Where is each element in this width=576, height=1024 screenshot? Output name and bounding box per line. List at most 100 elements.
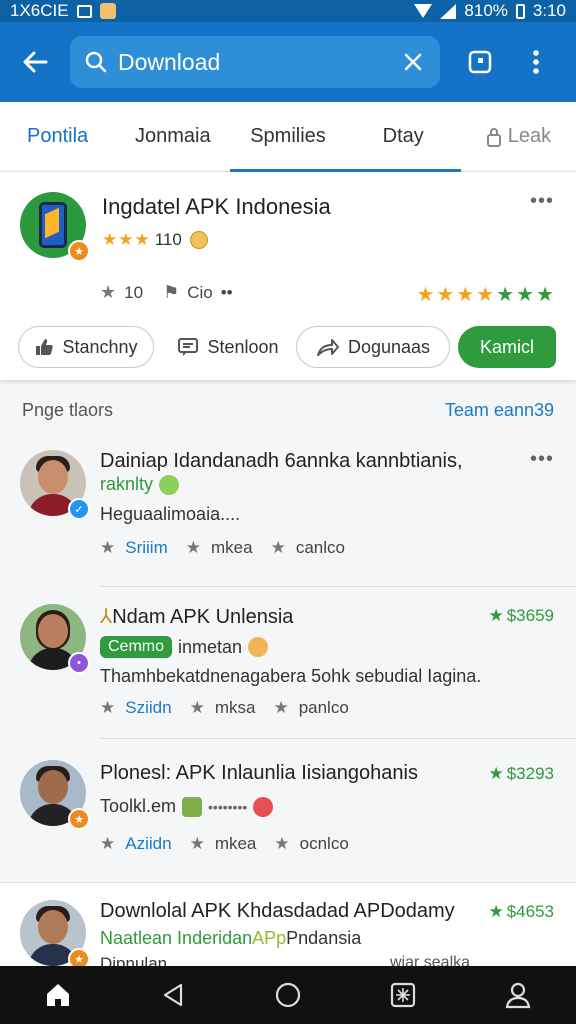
- rating-count: 110: [154, 230, 182, 249]
- meta-link[interactable]: Sziidn: [125, 698, 171, 718]
- search-bar[interactable]: [70, 36, 440, 88]
- apps-nav-button[interactable]: [373, 970, 433, 1020]
- home-circle-nav-button[interactable]: [258, 970, 318, 1020]
- verified-badge-icon: ✓: [68, 498, 90, 520]
- meta-link[interactable]: Aziidn: [125, 834, 171, 854]
- avatar[interactable]: ★: [20, 900, 90, 970]
- button-label: Kamicl: [479, 336, 534, 357]
- divider: [100, 738, 576, 739]
- star-icon: ★: [189, 834, 205, 853]
- star-badge-icon: ★: [68, 808, 90, 830]
- battery-icon: [515, 3, 525, 19]
- comment-icon: [178, 338, 199, 356]
- star-icon: ★: [189, 698, 205, 717]
- item-subtitle: Toolkl.em ••••••••: [100, 796, 274, 817]
- emoji-face-icon: [189, 231, 208, 249]
- item-title[interactable]: Dainiap Idandanadh 6annka kannbtianis,: [100, 450, 463, 473]
- plant-icon: [182, 796, 203, 817]
- avatar-face: [38, 614, 68, 648]
- stanchny-button[interactable]: Stanchny: [18, 326, 154, 368]
- tab-pontila[interactable]: Pontila: [0, 102, 115, 171]
- item-description: Thamhbekatdnenagabera 5ohk sebudial Iagi…: [100, 666, 482, 686]
- item-title[interactable]: ⅄Ndam APK Unlensia: [100, 604, 293, 629]
- button-label: Dogunaas: [347, 336, 431, 357]
- emoji-notification-icon: [99, 3, 116, 19]
- star-icon: ★: [100, 538, 116, 557]
- category-pill[interactable]: Cemmo: [100, 636, 173, 658]
- tab-label: Pontila: [27, 125, 89, 147]
- section-link[interactable]: Team eann39: [445, 400, 554, 421]
- tab-leak[interactable]: Leak: [461, 102, 576, 171]
- back-button[interactable]: [0, 22, 70, 102]
- meta-text: panlco: [298, 698, 349, 717]
- triangle-back-icon: [163, 983, 182, 1007]
- dogunaas-button[interactable]: Dogunaas: [296, 326, 450, 368]
- back-nav-button[interactable]: [143, 970, 203, 1020]
- tab-spmilies[interactable]: Spmilies: [230, 102, 346, 172]
- section-title: Pnge tlaors: [22, 400, 114, 420]
- avatar[interactable]: ★: [20, 760, 90, 830]
- item-title[interactable]: Downlolal APK Khdasdadad APDodamy: [100, 900, 455, 923]
- profile-nav-button[interactable]: [488, 970, 548, 1020]
- home-icon: [46, 984, 69, 1006]
- stenloon-button[interactable]: Stenloon: [172, 326, 284, 368]
- status-badge-icon: •: [68, 652, 90, 674]
- meta-text: mkea: [211, 538, 253, 557]
- star-badge-icon: ★: [68, 240, 90, 262]
- clear-search-button[interactable]: [400, 49, 426, 75]
- item-subtitle: Naatlean Inderidan APp Pndansia: [100, 928, 361, 949]
- tab-switcher-button[interactable]: [452, 34, 508, 90]
- meta-text: canlco: [295, 538, 345, 557]
- meta-count: 10: [124, 282, 144, 302]
- share-arrow-icon: [316, 339, 339, 356]
- price-text: $3293: [506, 764, 554, 783]
- button-label: Stanchny: [62, 336, 138, 357]
- heart-face-icon: [253, 796, 274, 817]
- meta-link[interactable]: Sriiim: [125, 538, 168, 558]
- person-icon: [506, 982, 531, 1009]
- featured-meta: ★ 10 ⚑ Cio ••: [100, 282, 233, 303]
- item-meta: ★ Sriiim ★ mkea ★ canlco: [100, 538, 345, 558]
- close-icon: [404, 53, 422, 71]
- rating-stars: ★★★: [102, 230, 151, 249]
- star-icon: ★: [185, 538, 201, 557]
- status-bar: 1X6CIE 810% 3:10: [0, 0, 576, 22]
- wifi-icon: [414, 4, 433, 18]
- tab-label: Dtay: [382, 125, 424, 147]
- search-icon: [85, 51, 107, 73]
- item-sub-b: APp: [252, 928, 287, 948]
- star-icon: ★: [270, 538, 286, 557]
- price-text: $3659: [506, 606, 554, 625]
- tab-dtay[interactable]: Dtay: [345, 102, 462, 172]
- status-time: 3:10: [532, 1, 566, 20]
- avatar[interactable]: •: [20, 604, 90, 674]
- system-nav-bar: [0, 966, 576, 1024]
- star-icon: ★: [274, 834, 290, 853]
- star-icon: ★: [100, 698, 116, 717]
- home-nav-button[interactable]: [28, 970, 88, 1020]
- item-price: ★ $4653: [488, 902, 554, 922]
- item-meta: ★ Sziidn ★ mksa ★ panlco: [100, 698, 349, 718]
- search-input[interactable]: [118, 48, 390, 76]
- green-star-icon: ★: [488, 606, 504, 625]
- meta-more: ••: [220, 282, 233, 302]
- overflow-menu-button[interactable]: [508, 34, 564, 90]
- tab-bar: Pontila Jonmaia Spmilies Dtay Leak: [0, 102, 576, 172]
- item-subtitle: raknlty: [100, 474, 180, 495]
- kamicl-button[interactable]: Kamicl: [458, 326, 556, 368]
- item-description: Heguaalimoaia....: [100, 504, 241, 524]
- green-star-icon: ★: [488, 902, 504, 921]
- featured-more-button[interactable]: •••: [530, 190, 554, 213]
- tab-jonmaia[interactable]: Jonmaia: [115, 102, 230, 171]
- item-price: ★ $3659: [488, 606, 554, 626]
- orange-stars: ★★★★: [416, 284, 497, 306]
- meta-text: mksa: [214, 698, 256, 717]
- meta-label: Cio: [187, 282, 213, 302]
- avatar[interactable]: ✓: [20, 450, 90, 520]
- signal-icon: [440, 3, 457, 19]
- item-more-button[interactable]: •••: [530, 448, 554, 471]
- tab-label: Spmilies: [250, 125, 326, 147]
- item-title[interactable]: Plonesl: APK Inlaunlia Iisiangohanis: [100, 762, 418, 785]
- avatar-face: [38, 910, 68, 944]
- item-sub-text: inmetan: [178, 636, 243, 657]
